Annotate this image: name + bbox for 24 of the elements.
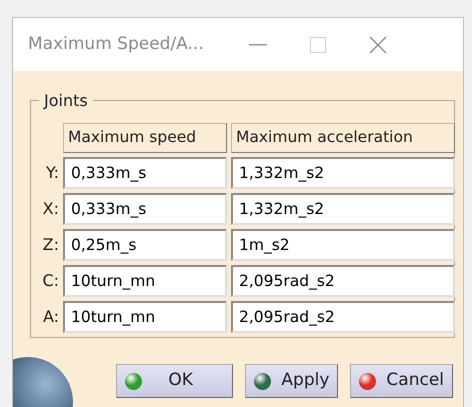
column-header: Maximum speed bbox=[63, 123, 227, 153]
dialog-button[interactable]: OK bbox=[116, 364, 234, 398]
column-header: Maximum acceleration bbox=[231, 123, 455, 153]
value-field[interactable]: 10turn_mn bbox=[63, 265, 227, 297]
row-label: Y: bbox=[44, 162, 59, 184]
close-icon bbox=[369, 36, 387, 54]
row-label: A: bbox=[42, 306, 59, 328]
row-label: X: bbox=[42, 198, 59, 220]
minimize-icon bbox=[249, 44, 267, 46]
value-field[interactable]: 1,332m_s2 bbox=[231, 157, 455, 189]
value-field[interactable]: 2,095rad_s2 bbox=[231, 265, 455, 297]
value-field[interactable]: 2,095rad_s2 bbox=[231, 301, 455, 333]
dialog-button[interactable]: Cancel bbox=[350, 364, 453, 398]
value-field[interactable]: 0,333m_s bbox=[63, 193, 227, 225]
row-label: Z: bbox=[42, 234, 59, 256]
maximize-icon bbox=[310, 36, 326, 52]
value-field[interactable]: 10turn_mn bbox=[63, 301, 227, 333]
row-label: C: bbox=[41, 270, 59, 292]
value-field[interactable]: 1m_s2 bbox=[231, 229, 455, 261]
value-field[interactable]: 0,333m_s bbox=[63, 157, 227, 189]
value-field[interactable]: 0,25m_s bbox=[63, 229, 227, 261]
dialog-button[interactable]: Apply bbox=[245, 364, 338, 398]
window-title: Maximum Speed/A... bbox=[28, 32, 205, 56]
value-field[interactable]: 1,332m_s2 bbox=[231, 193, 455, 225]
